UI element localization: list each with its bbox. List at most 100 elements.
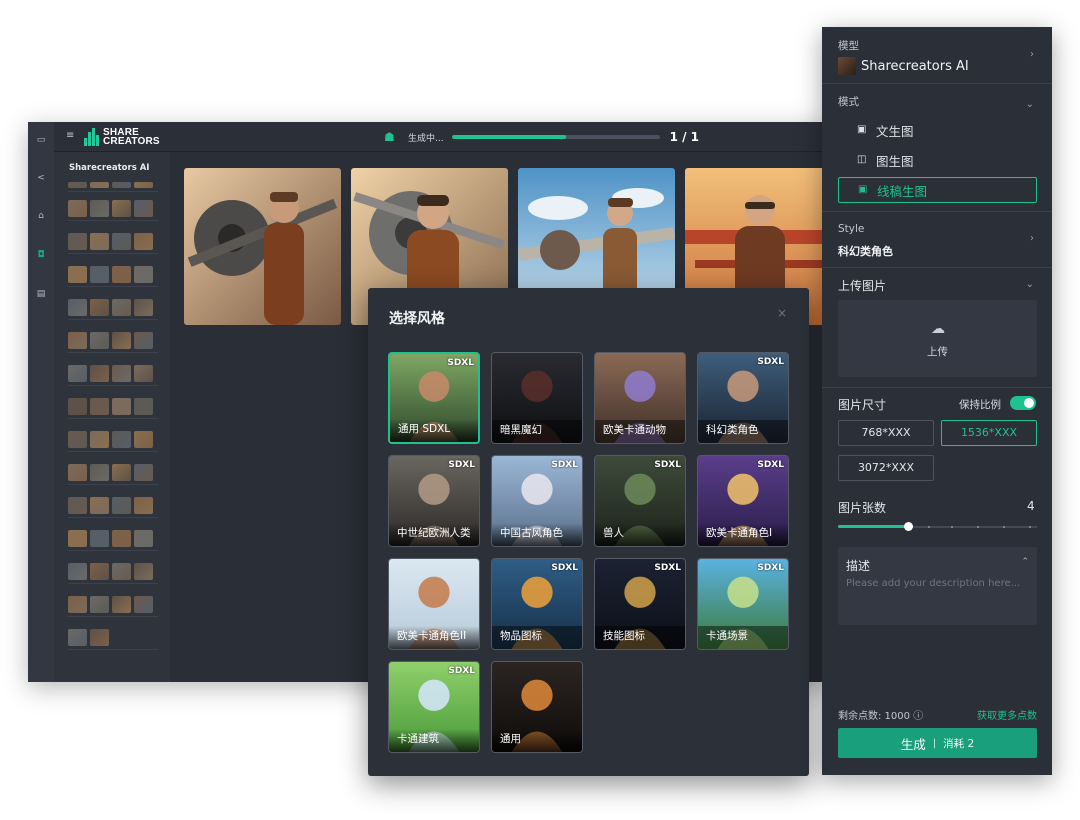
style-card[interactable]: SDXL 卡通场景 (697, 558, 789, 650)
chevron-down-icon[interactable]: ⌄ (1026, 279, 1034, 290)
history-thumbnail[interactable] (134, 398, 153, 415)
folder-icon[interactable]: ▭ (35, 134, 47, 146)
history-thumbnail[interactable] (68, 398, 87, 415)
history-thumbnail[interactable] (90, 365, 109, 382)
history-thumbnail[interactable] (112, 365, 131, 382)
history-thumbnail[interactable] (68, 497, 87, 514)
history-thumbnail[interactable] (134, 200, 153, 217)
style-card[interactable]: 欧美卡通动物 (594, 352, 686, 444)
robot-icon[interactable]: ◘ (35, 249, 47, 261)
history-thumbnail[interactable] (112, 563, 131, 580)
description-input[interactable] (846, 575, 1031, 591)
history-thumbnail[interactable] (90, 182, 109, 188)
style-card[interactable]: SDXL 通用 SDXL (388, 352, 480, 444)
history-thumbnail[interactable] (112, 182, 131, 188)
mode-text-to-image[interactable]: ▣ 文生图 (838, 117, 1037, 143)
history-thumbnail[interactable] (112, 200, 131, 217)
history-thumbnail[interactable] (134, 530, 153, 547)
history-thumbnail[interactable] (68, 266, 87, 283)
history-thumbnail[interactable] (90, 233, 109, 250)
size-option[interactable]: 3072*XXX (838, 455, 934, 481)
style-card[interactable]: SDXL 物品图标 (491, 558, 583, 650)
history-thumbnail[interactable] (134, 332, 153, 349)
history-thumbnail[interactable] (134, 299, 153, 316)
keep-ratio-toggle[interactable] (1010, 396, 1036, 410)
history-thumbnail[interactable] (112, 266, 131, 283)
count-slider[interactable] (838, 522, 1037, 531)
history-thumbnail[interactable] (90, 596, 109, 613)
history-thumbnail[interactable] (68, 629, 87, 646)
share-icon[interactable]: < (35, 172, 47, 184)
history-thumbnail[interactable] (112, 464, 131, 481)
history-thumbnail[interactable] (68, 233, 87, 250)
history-thumbnail[interactable] (112, 233, 131, 250)
history-thumbnail[interactable] (134, 431, 153, 448)
mode-sketch-to-image[interactable]: ▣ 线稿生图 (838, 177, 1037, 203)
history-thumbnail[interactable] (90, 530, 109, 547)
style-card[interactable]: SDXL 兽人 (594, 455, 686, 547)
style-card[interactable]: SDXL 卡通建筑 (388, 661, 480, 753)
history-thumbnail[interactable] (68, 464, 87, 481)
style-card[interactable]: 通用 (491, 661, 583, 753)
history-thumbnail[interactable] (90, 332, 109, 349)
style-card[interactable]: 欧美卡通角色II (388, 558, 480, 650)
model-selector[interactable]: 模型 Sharecreators AI › (822, 27, 1052, 83)
history-thumbnail[interactable] (68, 596, 87, 613)
history-thumbnail[interactable] (68, 200, 87, 217)
close-icon[interactable]: × (775, 306, 789, 320)
history-thumbnail[interactable] (68, 182, 87, 188)
chevron-down-icon[interactable]: ⌄ (1026, 99, 1034, 110)
history-thumbnail[interactable] (68, 431, 87, 448)
style-card-label: 卡通建筑 (389, 729, 479, 752)
history-thumbnail[interactable] (68, 365, 87, 382)
history-thumbnail[interactable] (90, 200, 109, 217)
style-card[interactable]: SDXL 中国古风角色 (491, 455, 583, 547)
history-thumbnail[interactable] (134, 365, 153, 382)
history-thumbnail[interactable] (112, 398, 131, 415)
history-thumbnail[interactable] (134, 233, 153, 250)
upload-dropzone[interactable]: ☁ 上传 (838, 300, 1037, 377)
history-thumbnail[interactable] (134, 497, 153, 514)
history-thumbnail[interactable] (134, 563, 153, 580)
history-thumbnail[interactable] (90, 299, 109, 316)
style-card-label: 卡通场景 (698, 626, 788, 649)
history-thumbnail[interactable] (112, 530, 131, 547)
history-thumbnail[interactable] (90, 464, 109, 481)
result-image[interactable] (184, 168, 341, 325)
slider-handle[interactable] (903, 522, 913, 531)
database-icon[interactable]: ▤ (35, 288, 47, 300)
style-card[interactable]: SDXL 技能图标 (594, 558, 686, 650)
history-thumbnail[interactable] (68, 332, 87, 349)
chevron-up-icon[interactable]: ⌃ (1021, 557, 1029, 567)
history-thumbnail[interactable] (68, 299, 87, 316)
history-thumbnail[interactable] (112, 332, 131, 349)
style-card[interactable]: SDXL 中世纪欧洲人类 (388, 455, 480, 547)
history-thumbnail[interactable] (90, 563, 109, 580)
size-option[interactable]: 768*XXX (838, 420, 934, 446)
history-thumbnail[interactable] (134, 266, 153, 283)
history-thumbnail[interactable] (134, 464, 153, 481)
style-card[interactable]: 暗黑魔幻 (491, 352, 583, 444)
generate-button[interactable]: 生成 | 消耗 2 (838, 728, 1037, 758)
history-thumbnail[interactable] (112, 431, 131, 448)
style-card[interactable]: SDXL 欧美卡通角色I (697, 455, 789, 547)
history-thumbnail[interactable] (112, 596, 131, 613)
history-thumbnail[interactable] (90, 497, 109, 514)
history-thumbnail[interactable] (68, 530, 87, 547)
mode-image-to-image[interactable]: ◫ 图生图 (838, 147, 1037, 173)
history-thumbnail[interactable] (90, 431, 109, 448)
history-thumbnail[interactable] (134, 182, 153, 188)
history-thumbnail[interactable] (90, 629, 109, 646)
menu-icon[interactable]: ≡ (66, 131, 76, 141)
get-more-points-link[interactable]: 获取更多点数 (977, 707, 1037, 722)
style-card[interactable]: SDXL 科幻类角色 (697, 352, 789, 444)
history-thumbnail[interactable] (112, 497, 131, 514)
history-thumbnail[interactable] (90, 266, 109, 283)
mode-label-text: 线稿生图 (877, 183, 928, 199)
size-option[interactable]: 1536*XXX (941, 420, 1037, 446)
history-thumbnail[interactable] (134, 596, 153, 613)
history-thumbnail[interactable] (90, 398, 109, 415)
home-icon[interactable]: ⌂ (35, 210, 47, 222)
history-thumbnail[interactable] (68, 563, 87, 580)
history-thumbnail[interactable] (112, 299, 131, 316)
